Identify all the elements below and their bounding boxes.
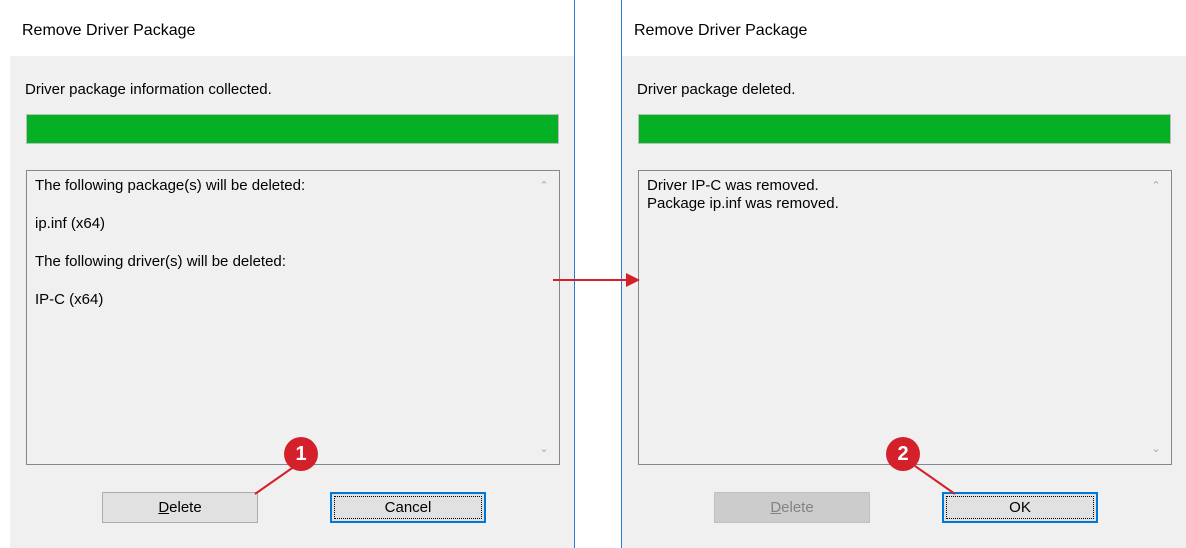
callout-1-leader [254,465,296,495]
transition-arrow-head-icon [626,273,640,287]
callout-2-leader [914,465,956,495]
callout-badge-1: 1 [284,437,318,471]
annotation-overlay [254,273,956,495]
callout-badge-2: 2 [886,437,920,471]
